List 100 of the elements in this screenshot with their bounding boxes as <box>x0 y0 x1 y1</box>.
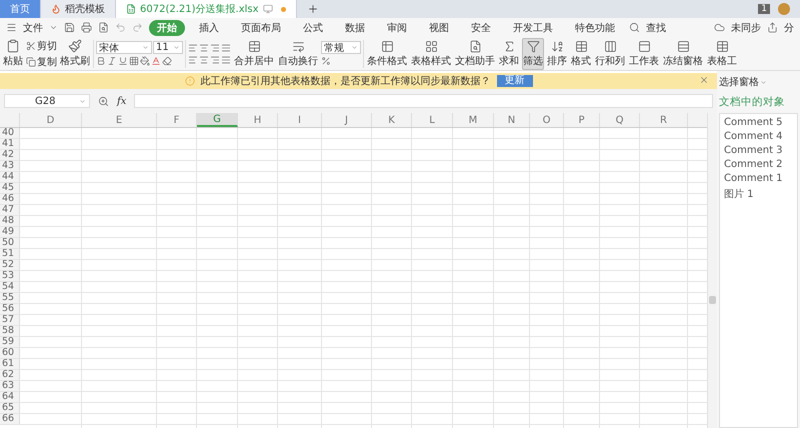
underline-icon[interactable] <box>118 56 128 66</box>
column-header[interactable]: L <box>412 113 453 127</box>
row-header[interactable]: 59 <box>0 337 20 347</box>
object-item[interactable]: Comment 5 <box>724 117 793 128</box>
align-right-icon[interactable] <box>210 54 220 64</box>
chevron-down-icon[interactable] <box>351 44 358 51</box>
row-header[interactable]: 63 <box>0 381 20 391</box>
sync-status[interactable]: 未同步 <box>731 20 761 34</box>
paste-button[interactable]: 粘贴 <box>2 37 24 70</box>
number-format-select[interactable]: 常规 <box>321 41 361 54</box>
find-link[interactable]: 查找 <box>646 20 666 34</box>
ribbon-button[interactable]: 条件格式 <box>366 38 408 70</box>
italic-icon[interactable] <box>107 56 117 66</box>
row-header[interactable]: 55 <box>0 293 20 303</box>
vertical-scrollbar[interactable] <box>707 113 717 428</box>
document-tab[interactable]: 6072(2.21)分送集报.xlsx <box>116 0 297 18</box>
ribbon-button[interactable]: 文档助手 <box>454 38 496 70</box>
ribbon-tab[interactable]: 审阅 <box>379 20 415 36</box>
align-center-icon[interactable] <box>199 54 209 64</box>
funnel-icon[interactable] <box>526 40 540 52</box>
column-header[interactable]: G <box>197 113 238 127</box>
ribbon-button[interactable]: 排序 <box>546 38 568 70</box>
document-icon[interactable] <box>468 40 482 52</box>
row-header[interactable]: 44 <box>0 172 20 182</box>
row-header[interactable]: 46 <box>0 194 20 204</box>
ribbon-tab[interactable]: 特色功能 <box>567 20 623 36</box>
percent-icon[interactable] <box>321 56 331 66</box>
monitor-icon[interactable] <box>262 4 273 14</box>
font-size-select[interactable]: 11 <box>153 41 183 54</box>
zoom-icon[interactable] <box>98 96 109 106</box>
column-header[interactable]: O <box>530 113 564 127</box>
ribbon-tab[interactable]: 开发工具 <box>505 20 561 36</box>
column-header[interactable]: H <box>238 113 278 127</box>
ribbon-tab[interactable]: 页面布局 <box>233 20 289 36</box>
border-icon[interactable] <box>129 56 139 66</box>
row-header[interactable]: 53 <box>0 271 20 281</box>
wrap-text-button[interactable]: 自动换行 <box>277 38 319 70</box>
font-select[interactable]: 宋体 <box>96 41 152 54</box>
ribbon-tab[interactable]: 安全 <box>463 20 499 36</box>
row-header[interactable]: 50 <box>0 238 20 248</box>
column-header[interactable]: R <box>640 113 688 127</box>
row-header[interactable]: 42 <box>0 150 20 160</box>
search-icon[interactable] <box>629 22 640 33</box>
ribbon-button[interactable]: 工作表 <box>628 38 660 70</box>
update-button[interactable]: 更新 <box>496 75 532 87</box>
rows-icon[interactable] <box>676 40 690 52</box>
column-header[interactable]: Q <box>600 113 640 127</box>
share-icon[interactable] <box>767 22 778 33</box>
copy-icon[interactable] <box>26 56 36 66</box>
table-icon[interactable] <box>574 40 588 52</box>
bold-icon[interactable] <box>96 56 106 66</box>
add-tab-icon[interactable] <box>306 3 319 15</box>
sheet-icon[interactable] <box>638 40 650 52</box>
chevron-down-icon[interactable] <box>79 98 86 104</box>
column-header[interactable]: E <box>82 113 157 127</box>
ribbon-button[interactable]: 表格工 <box>706 38 738 70</box>
menu-icon[interactable] <box>6 22 17 33</box>
row-header[interactable]: 64 <box>0 392 20 402</box>
print-icon[interactable] <box>81 22 92 33</box>
row-header[interactable]: 54 <box>0 282 20 292</box>
column-header[interactable]: D <box>20 113 82 127</box>
row-header[interactable]: 65 <box>0 403 20 413</box>
row-header[interactable]: 56 <box>0 304 20 314</box>
row-header[interactable]: 45 <box>0 183 20 193</box>
column-header[interactable]: N <box>494 113 530 127</box>
ribbon-tab[interactable]: 开始 <box>149 20 185 36</box>
row-header[interactable]: 61 <box>0 359 20 369</box>
scissors-icon[interactable] <box>26 40 36 50</box>
column-header[interactable]: J <box>322 113 372 127</box>
row-header[interactable]: 49 <box>0 227 20 237</box>
clipboard-icon[interactable] <box>6 39 20 53</box>
table-icon[interactable] <box>380 40 394 52</box>
row-header[interactable]: 60 <box>0 348 20 358</box>
close-icon[interactable] <box>699 75 709 85</box>
columns-icon[interactable] <box>604 40 616 52</box>
object-item[interactable]: Comment 3 <box>724 145 793 156</box>
row-header[interactable]: 66 <box>0 414 20 424</box>
paintbrush-icon[interactable] <box>68 39 82 53</box>
document-tab[interactable]: 首页 <box>0 0 41 18</box>
formula-input[interactable] <box>134 94 713 108</box>
ribbon-button[interactable]: 行和列 <box>594 38 626 70</box>
row-header[interactable]: 41 <box>0 139 20 149</box>
chevron-down-icon[interactable] <box>760 78 767 86</box>
table-icon[interactable] <box>716 40 728 52</box>
window-count-badge[interactable]: 1 <box>758 4 770 14</box>
grid-icon[interactable] <box>424 40 438 52</box>
chevron-down-icon[interactable] <box>49 23 58 32</box>
row-header[interactable]: 58 <box>0 326 20 336</box>
preview-icon[interactable] <box>98 22 109 33</box>
sort-icon[interactable] <box>550 40 564 52</box>
row-header[interactable]: 40 <box>0 128 20 138</box>
name-box[interactable]: G28 <box>4 94 90 108</box>
ribbon-tab[interactable]: 插入 <box>191 20 227 36</box>
copy-button[interactable]: 复制 <box>26 54 57 68</box>
save-icon[interactable] <box>64 22 75 33</box>
ribbon-button[interactable]: 表格样式 <box>410 38 452 70</box>
cut-button[interactable]: 剪切 <box>26 38 57 52</box>
ribbon-tab[interactable]: 公式 <box>295 20 331 36</box>
document-tab[interactable]: 稻壳模板 <box>41 0 116 18</box>
merge-cells-icon[interactable] <box>248 40 260 52</box>
